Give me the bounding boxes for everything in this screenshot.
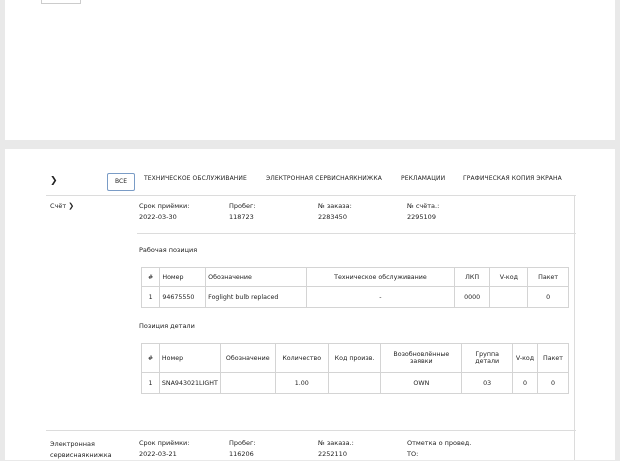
record-type[interactable]: Счёт ❯ (50, 202, 74, 210)
table-cell: Foglight bulb replaced (205, 286, 308, 308)
column-header: Обозначение (219, 343, 276, 373)
table-row[interactable]: 1 SNA943021LIGHT 1.00 OWN 03 0 0 (141, 372, 570, 394)
tab-all[interactable]: ВСЕ (107, 173, 135, 191)
table-cell: 0 (536, 372, 570, 394)
tab-service-book[interactable]: ЭЛЕКТРОННАЯ СЕРВИСНАЯКНИЖКА (266, 175, 382, 182)
parts-table: # Номер Обозначение Количество Код произ… (141, 343, 570, 394)
column-header: Номер (158, 343, 221, 373)
divider (46, 430, 576, 431)
column-header: # (141, 343, 160, 373)
date-value: 2022-03-30 (139, 213, 177, 221)
divider (574, 195, 575, 460)
column-header: Код произв. (327, 343, 382, 373)
order-value: 2252110 (318, 450, 347, 458)
mileage-label: Пробег: (229, 202, 256, 210)
collapse-chevron-icon[interactable]: ❯ (50, 176, 58, 186)
column-header: Пакет (536, 343, 570, 373)
tab-claims[interactable]: РЕКЛАМАЦИИ (401, 175, 445, 182)
invoice-value: 2295109 (407, 213, 436, 221)
table-cell: - (306, 286, 455, 308)
table-cell: 1.00 (274, 372, 329, 394)
column-header: Обозначение (205, 267, 308, 287)
table-cell: 0 (512, 372, 538, 394)
divider (137, 233, 576, 234)
divider (46, 195, 576, 196)
column-header: Пакет (527, 267, 569, 287)
column-header: Группа детали (461, 343, 514, 373)
table-cell: 0000 (453, 286, 491, 308)
date-value: 2022-03-21 (139, 450, 177, 458)
inspection-mark-label: Отметка о провед. (407, 439, 472, 447)
chevron-down-icon[interactable]: ❯ (68, 202, 74, 210)
table-header-row: # Номер Обозначение Количество Код произ… (141, 343, 570, 373)
column-header: Количество (274, 343, 329, 373)
table-cell (219, 372, 276, 394)
invoice-label: № счёта.: (407, 202, 440, 210)
table-cell: 1 (140, 286, 161, 308)
record-type-label: Счёт (50, 202, 67, 210)
tab-stub (41, 0, 81, 4)
table-cell: 03 (461, 372, 514, 394)
table-cell: 94675550 (159, 286, 207, 308)
column-header: Возобновлённые заявки (380, 343, 463, 373)
column-header: Номер (159, 267, 207, 287)
top-panel (5, 0, 615, 140)
record-type-label[interactable]: Электронная сервиснаякнижка (50, 439, 130, 461)
order-label: № заказа.: (318, 439, 354, 447)
column-header: # (140, 267, 161, 287)
work-section-title: Рабочая позиция (139, 246, 198, 254)
table-cell: SNA943021LIGHT (158, 372, 221, 394)
tab-screen-copy[interactable]: ГРАФИЧЕСКАЯ КОПИЯ ЭКРАНА (463, 175, 562, 182)
column-header: V-код (512, 343, 538, 373)
table-cell: 1 (141, 372, 160, 394)
column-header: Техническое обслуживание (306, 267, 455, 287)
table-row[interactable]: 1 94675550 Foglight bulb replaced - 0000… (140, 286, 569, 308)
mileage-value: 116206 (229, 450, 254, 458)
table-cell (327, 372, 382, 394)
inspection-mark-value: ТО: (407, 450, 419, 458)
order-value: 2283450 (318, 213, 347, 221)
work-table: # Номер Обозначение Техническое обслужив… (140, 267, 569, 308)
column-header: V-код (489, 267, 529, 287)
parts-section-title: Позиция детали (139, 322, 195, 330)
date-label: Срок приёмки: (139, 439, 190, 447)
column-header: ЛКП (453, 267, 491, 287)
order-label: № заказа: (318, 202, 352, 210)
table-cell: OWN (380, 372, 463, 394)
table-cell: 0 (527, 286, 569, 308)
table-cell (489, 286, 529, 308)
date-label: Срок приёмки: (139, 202, 190, 210)
mileage-value: 118723 (229, 213, 254, 221)
table-header-row: # Номер Обозначение Техническое обслужив… (140, 267, 569, 287)
mileage-label: Пробег: (229, 439, 256, 447)
tab-maintenance[interactable]: ТЕХНИЧЕСКОЕ ОБСЛУЖИВАНИЕ (144, 175, 247, 182)
